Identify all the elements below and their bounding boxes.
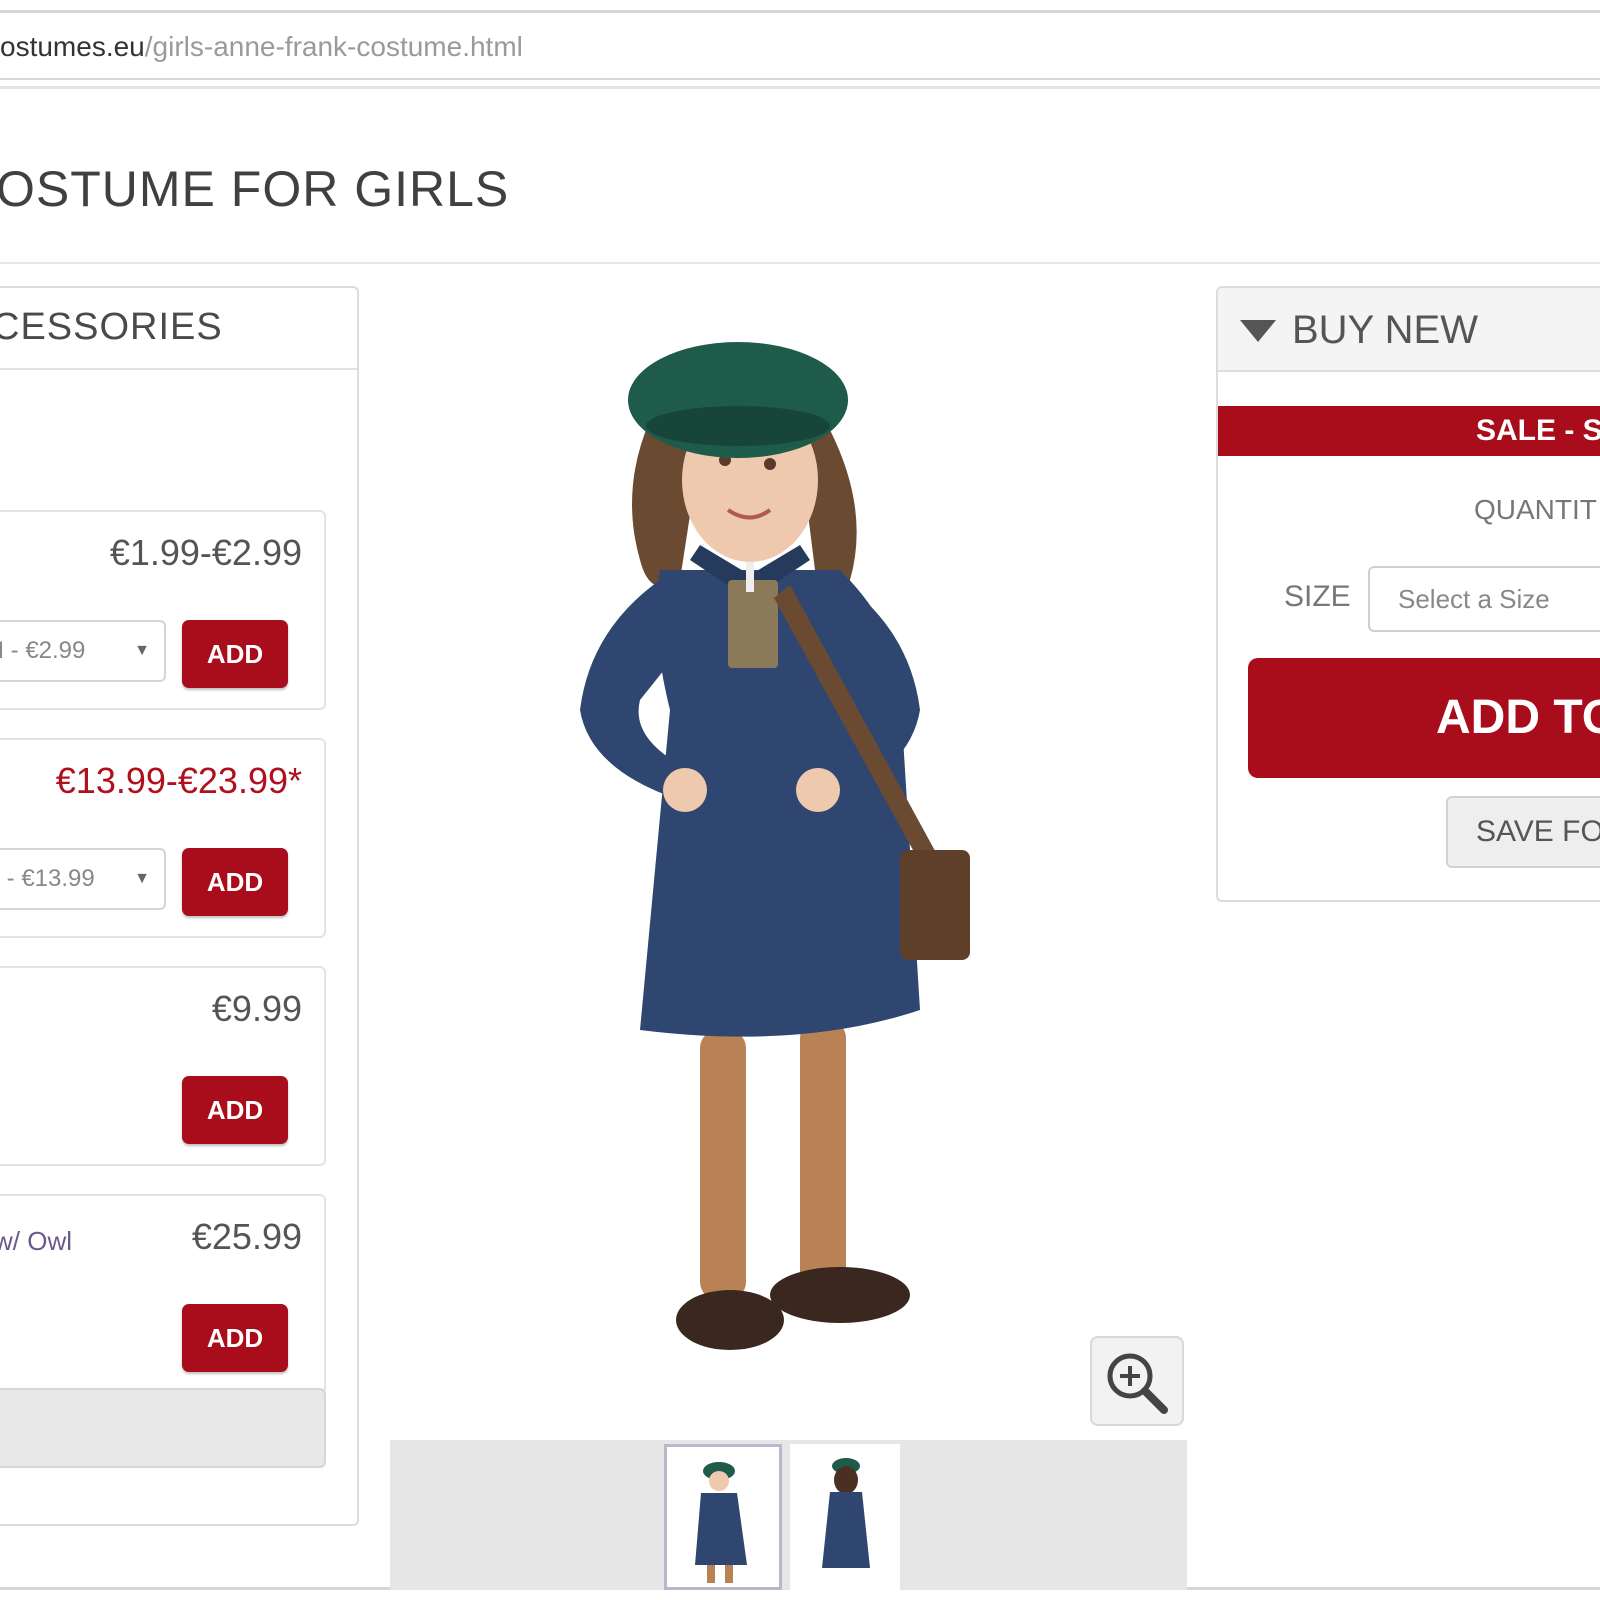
leg bbox=[800, 1020, 846, 1290]
leg bbox=[700, 1030, 746, 1300]
accessories-panel: CESSORIES €1.99-€2.99 M - €2.99 ▼ ADD €1… bbox=[0, 286, 359, 1526]
accessory-price: €25.99 bbox=[191, 1216, 302, 1257]
add-accessory-button[interactable]: ADD bbox=[182, 1304, 288, 1372]
header-divider bbox=[0, 86, 1600, 89]
accessories-more-button[interactable] bbox=[0, 1388, 326, 1468]
quantity-label: QUANTIT bbox=[1474, 494, 1597, 525]
accessory-size-select[interactable]: M - €2.99 ▼ bbox=[0, 620, 166, 682]
accessory-select-value: S - €13.99 bbox=[0, 865, 95, 892]
zoom-button[interactable] bbox=[1090, 1336, 1184, 1426]
accessory-item: €9.99 ADD bbox=[0, 966, 326, 1166]
accessory-item: w/ Owl €25.99 ADD bbox=[0, 1194, 326, 1394]
sale-banner-text: SALE - S bbox=[1476, 414, 1600, 447]
accessory-price: €1.99-€2.99 bbox=[109, 532, 302, 573]
sale-banner: SALE - S bbox=[1218, 406, 1600, 456]
accessories-header: CESSORIES bbox=[0, 288, 357, 370]
url-host: ostumes.eu bbox=[0, 31, 145, 62]
title-divider bbox=[0, 262, 1600, 264]
buy-box: BUY NEW SALE - S QUANTIT SIZE Select a S… bbox=[1216, 286, 1600, 902]
size-label: SIZE bbox=[1284, 580, 1351, 613]
thumbnail-image bbox=[822, 1458, 870, 1568]
size-select-placeholder: Select a Size bbox=[1398, 584, 1550, 614]
zoom-in-icon bbox=[1107, 1353, 1168, 1414]
product-image[interactable] bbox=[500, 330, 1060, 1390]
accessory-item: €13.99-€23.99* S - €13.99 ▼ ADD bbox=[0, 738, 326, 938]
shoe bbox=[770, 1267, 910, 1323]
add-accessory-button[interactable]: ADD bbox=[182, 1076, 288, 1144]
address-bar[interactable]: ostumes.eu/girls-anne-frank-costume.html bbox=[0, 16, 1600, 80]
shoe bbox=[676, 1290, 784, 1350]
buy-box-header[interactable]: BUY NEW bbox=[1218, 288, 1600, 372]
save-for-later-label: SAVE FO bbox=[1476, 815, 1600, 848]
url-path: /girls-anne-frank-costume.html bbox=[144, 31, 523, 62]
accessory-select-value: M - €2.99 bbox=[0, 637, 86, 664]
accessory-name[interactable]: w/ Owl bbox=[0, 1226, 72, 1257]
accessory-price: €9.99 bbox=[211, 988, 302, 1029]
thumbnail-back[interactable] bbox=[790, 1444, 900, 1590]
buy-box-heading: BUY NEW bbox=[1292, 308, 1478, 352]
add-to-cart-label: ADD TO bbox=[1436, 691, 1600, 744]
dropdown-arrow-icon: ▼ bbox=[134, 870, 150, 887]
bag bbox=[900, 850, 970, 960]
thumbnail-image bbox=[695, 1462, 747, 1583]
add-accessory-button[interactable]: ADD bbox=[182, 848, 288, 916]
dropdown-arrow-icon: ▼ bbox=[134, 642, 150, 659]
name-tag bbox=[728, 580, 778, 668]
accessory-price: €13.99-€23.99* bbox=[55, 760, 302, 801]
thumbnail-front[interactable] bbox=[664, 1444, 782, 1590]
accessory-item: €1.99-€2.99 M - €2.99 ▼ ADD bbox=[0, 510, 326, 710]
accessory-size-select[interactable]: S - €13.99 ▼ bbox=[0, 848, 166, 910]
page-title: OSTUME FOR GIRLS bbox=[0, 160, 510, 217]
accessories-heading: CESSORIES bbox=[0, 306, 223, 348]
save-for-later-button[interactable]: SAVE FO bbox=[1446, 796, 1600, 868]
add-accessory-button[interactable]: ADD bbox=[182, 620, 288, 688]
add-to-cart-button[interactable]: ADD TO bbox=[1248, 658, 1600, 778]
collapse-triangle-icon bbox=[1240, 320, 1276, 342]
size-select[interactable]: Select a Size bbox=[1368, 566, 1600, 632]
thumbnail-strip bbox=[390, 1440, 1187, 1590]
